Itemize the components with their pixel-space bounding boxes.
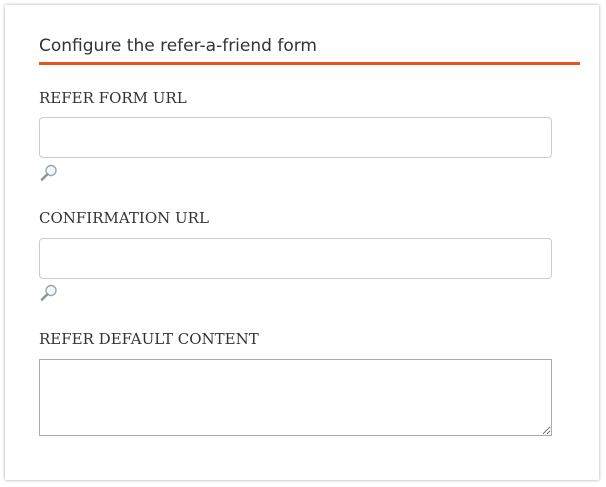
refer-form-url-lookup-icon[interactable] bbox=[39, 163, 59, 183]
refer-default-content-label: REFER DEFAULT CONTENT bbox=[39, 330, 259, 348]
refer-form-url-label: REFER FORM URL bbox=[39, 89, 187, 107]
refer-default-content-textarea[interactable] bbox=[39, 359, 552, 436]
title-underline bbox=[39, 62, 580, 65]
refer-form-url-input[interactable] bbox=[39, 117, 552, 158]
confirmation-url-lookup-icon[interactable] bbox=[39, 283, 59, 303]
refer-form-config-panel: Configure the refer-a-friend form REFER … bbox=[5, 5, 599, 480]
confirmation-url-input[interactable] bbox=[39, 238, 552, 279]
panel-title: Configure the refer-a-friend form bbox=[39, 36, 317, 56]
confirmation-url-label: CONFIRMATION URL bbox=[39, 209, 209, 227]
